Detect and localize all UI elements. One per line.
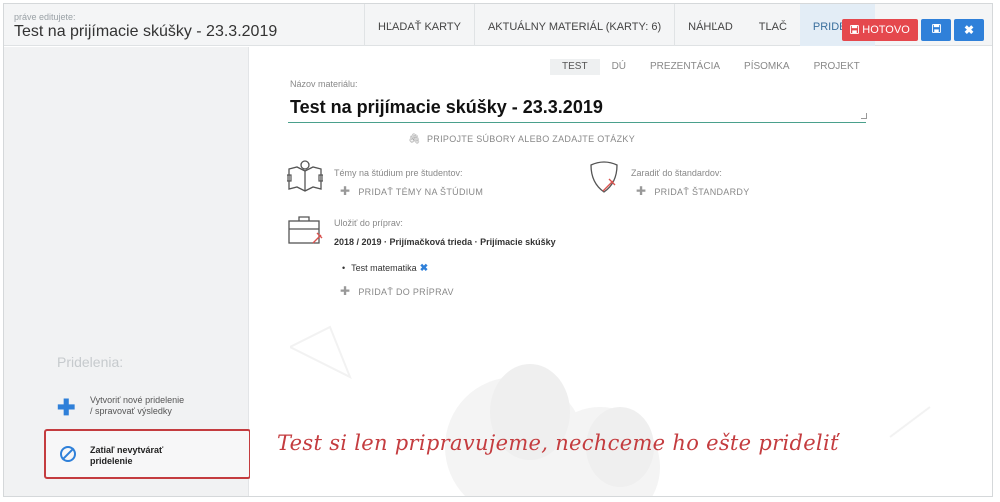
- paperclip-icon: 🖇: [408, 134, 421, 145]
- resize-handle-icon[interactable]: [861, 113, 867, 119]
- book-icon: [287, 160, 323, 192]
- create-assignment-label: Vytvoriť nové pridelenie / spravovať výs…: [90, 395, 185, 416]
- done-button[interactable]: HOTOVO: [842, 19, 918, 41]
- annotation-text: Test si len pripravujeme, nechceme ho eš…: [277, 431, 839, 455]
- save-button[interactable]: [921, 19, 951, 41]
- editing-label: práve editujete:: [14, 12, 76, 22]
- tab-presentation[interactable]: PREZENTÁCIA: [638, 59, 732, 75]
- tab-project[interactable]: PROJEKT: [802, 59, 872, 75]
- app-window: práve editujete: Test na prijímacie skúš…: [3, 3, 993, 497]
- save-icon: [931, 24, 941, 35]
- material-name-input[interactable]: Test na prijímacie skúšky - 23.3.2019: [288, 93, 866, 123]
- top-nav: HĽADAŤ KARTY AKTUÁLNY MATERIÁL (KARTY: 6…: [364, 4, 876, 46]
- material-name-label: Názov materiálu:: [290, 79, 358, 89]
- close-icon: ✖: [963, 23, 975, 37]
- attach-files-link[interactable]: 🖇 PRIPOJTE SÚBORY ALEBO ZADAJTE OTÁZKY: [408, 134, 635, 145]
- header-bar: práve editujete: Test na prijímacie skúš…: [4, 4, 992, 46]
- nav-print[interactable]: TLAČ: [746, 4, 800, 46]
- assignments-heading: Pridelenia:: [57, 354, 124, 370]
- nav-preview[interactable]: NÁHĽAD: [674, 4, 746, 46]
- tab-homework[interactable]: DÚ: [600, 59, 638, 75]
- add-to-preparations-link[interactable]: ✚ PRIDAŤ DO PRÍPRAV: [340, 284, 454, 298]
- plus-icon: ✚: [340, 284, 351, 298]
- tab-written-test[interactable]: PÍSOMKA: [732, 59, 802, 75]
- save-to-preparations-label: Uložiť do príprav:: [334, 218, 403, 228]
- add-standards-link[interactable]: ✚ PRIDAŤ ŠTANDARDY: [636, 184, 750, 198]
- no-assignment-label: Zatiaľ nevytvárať pridelenie: [90, 445, 164, 466]
- nav-current-material[interactable]: AKTUÁLNY MATERIÁL (KARTY: 6): [473, 4, 674, 46]
- material-type-tabs: TEST DÚ PREZENTÁCIA PÍSOMKA PROJEKT: [550, 59, 872, 75]
- plus-icon: ✚: [57, 395, 76, 420]
- tab-test[interactable]: TEST: [550, 59, 600, 75]
- done-label: HOTOVO: [862, 24, 910, 36]
- close-button[interactable]: ✖: [954, 19, 984, 41]
- add-study-topics-link[interactable]: ✚ PRIDAŤ TÉMY NA ŠTÚDIUM: [340, 184, 483, 198]
- ban-icon: [60, 446, 76, 462]
- remove-icon[interactable]: ✖: [420, 263, 428, 274]
- plus-icon: ✚: [340, 184, 351, 198]
- plus-icon: ✚: [636, 184, 647, 198]
- preparation-path: 2018 / 2019 · Prijímačková trieda · Prij…: [334, 237, 556, 247]
- main-panel: TEST DÚ PREZENTÁCIA PÍSOMKA PROJEKT Názo…: [250, 47, 992, 496]
- no-assignment-option[interactable]: Zatiaľ nevytvárať pridelenie: [44, 429, 251, 479]
- standards-label: Zaradiť do štandardov:: [631, 168, 722, 178]
- save-icon: [850, 24, 862, 36]
- create-assignment-button[interactable]: ✚ Vytvoriť nové pridelenie / spravovať v…: [57, 395, 237, 425]
- briefcase-icon: [288, 216, 323, 244]
- nav-find-cards[interactable]: HĽADAŤ KARTY: [364, 4, 474, 46]
- document-title: Test na prijímacie skúšky - 23.3.2019: [14, 23, 278, 40]
- sidebar: Pridelenia: ✚ Vytvoriť nové pridelenie /…: [4, 47, 251, 496]
- preparation-item: • Test matematika ✖: [342, 263, 429, 274]
- study-topics-label: Témy na štúdium pre študentov:: [334, 168, 463, 178]
- shield-pin-icon: [590, 161, 618, 193]
- background-illustration: [290, 325, 931, 496]
